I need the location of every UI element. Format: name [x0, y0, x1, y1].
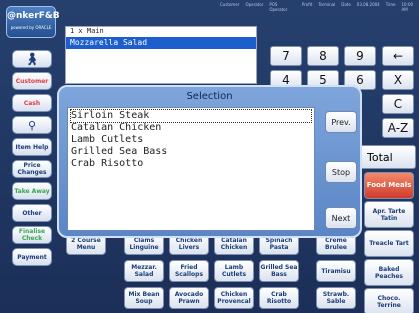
status-customer: Customer	[220, 2, 240, 7]
list-item[interactable]: Crab Risotto	[71, 158, 311, 170]
key-9[interactable]: 9	[344, 46, 376, 66]
next-button[interactable]: Next	[325, 207, 357, 229]
menu-item[interactable]: Chicken Provencal	[214, 287, 254, 309]
apr-tarte-tatin-button[interactable]: Apr. Tarte Tatin	[364, 201, 414, 228]
menu-item[interactable]: Crab Risotto	[259, 287, 299, 309]
selection-list[interactable]: Sirloin Steak Catalan Chicken Lamb Cutle…	[67, 107, 315, 231]
customer-button[interactable]: Customer	[12, 72, 52, 90]
menu-item[interactable]: Grilled Sea Bass	[259, 260, 299, 282]
status-time-value: 10:00 AM	[401, 2, 414, 12]
status-pos-operator: POS Operator	[269, 2, 288, 12]
menu-grid: 2 Course Menu Clams Linguine Chicken Liv…	[66, 233, 362, 311]
status-profit: Profit	[301, 2, 313, 7]
baked-peaches-button[interactable]: Baked Peaches	[364, 259, 414, 286]
logo-text: @nkerF&B	[7, 11, 60, 21]
status-terminal: Terminal	[318, 2, 336, 7]
app-logo: @nkerF&B powered by ORACLE	[6, 6, 60, 38]
key-7[interactable]: 7	[270, 46, 302, 66]
stop-button[interactable]: Stop	[325, 161, 357, 183]
menu-item[interactable]: Mix Bean Soup	[124, 287, 164, 309]
key-icon: ⚲	[27, 118, 37, 132]
list-item[interactable]: Sirloin Steak	[70, 109, 312, 123]
key-x[interactable]: X	[382, 70, 414, 90]
menu-item[interactable]: Mezzar. Salad	[124, 260, 164, 282]
menu-item[interactable]: Strawb. Sable	[316, 287, 356, 309]
food-meals-button[interactable]: Food Meals	[364, 172, 414, 199]
cash-button[interactable]: Cash	[12, 94, 52, 112]
order-selected-item[interactable]: Mozzarella Salad	[66, 37, 256, 49]
price-changes-button[interactable]: Price Changes	[12, 160, 52, 178]
status-date-value: 03.08.2004	[356, 2, 380, 7]
person-button[interactable]: 🚶︎	[12, 50, 52, 68]
right-category-column: Food Meals Apr. Tarte Tatin Treacle Tart…	[364, 172, 414, 313]
order-list[interactable]: 1 x Main Mozzarella Salad	[65, 26, 257, 84]
left-nav: 🚶︎ Customer Cash ⚲ Item Help Price Chang…	[12, 50, 52, 270]
treacle-tart-button[interactable]: Treacle Tart	[364, 230, 414, 257]
status-date-label: Date	[341, 2, 351, 7]
take-away-button[interactable]: Take Away	[12, 182, 52, 200]
backspace-key[interactable]: ←	[382, 46, 414, 66]
status-bar: Customer Operator POS Operator Profit Te…	[220, 2, 419, 20]
list-item[interactable]: Lamb Cutlets	[71, 134, 311, 146]
finalise-check-button[interactable]: Finalise Check	[12, 226, 52, 244]
status-time-label: Time	[385, 2, 396, 7]
dialog-title: Selection	[186, 91, 233, 102]
menu-item[interactable]: Fried Scallops	[169, 260, 209, 282]
total-button[interactable]: Total	[360, 145, 416, 169]
person-icon: 🚶︎	[24, 51, 40, 66]
order-header: 1 x Main	[66, 27, 256, 37]
list-item[interactable]: Catalan Chicken	[71, 122, 311, 134]
prev-button[interactable]: Prev.	[325, 111, 357, 133]
key-button[interactable]: ⚲	[12, 116, 52, 134]
item-help-button[interactable]: Item Help	[12, 138, 52, 156]
pos-screen: @nkerF&B powered by ORACLE Customer Oper…	[0, 0, 419, 313]
key-a-z[interactable]: A-Z	[382, 118, 414, 138]
payment-button[interactable]: Payment	[12, 248, 52, 266]
choco-terrine-button[interactable]: Choco. Terrine	[364, 288, 414, 313]
menu-item[interactable]: Avocado Prawn	[169, 287, 209, 309]
menu-item[interactable]: Lamb Cutlets	[214, 260, 254, 282]
logo-subtext: powered by ORACLE	[10, 25, 52, 30]
selection-dialog: Selection Sirloin Steak Catalan Chicken …	[57, 85, 362, 238]
other-button[interactable]: Other	[12, 204, 52, 222]
menu-item[interactable]: Tiramisu	[316, 260, 356, 282]
key-c[interactable]: C	[382, 94, 414, 114]
status-operator: Operator	[245, 2, 264, 7]
list-item[interactable]: Grilled Sea Bass	[71, 146, 311, 158]
key-8[interactable]: 8	[307, 46, 339, 66]
